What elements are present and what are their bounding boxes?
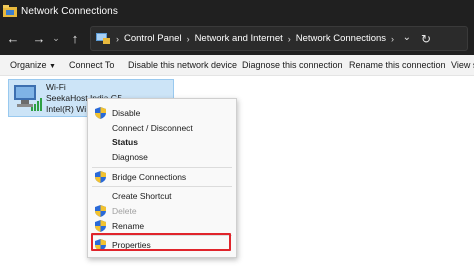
navigation-bar: ← → ⌄ ↑ › Control Panel › Network and In… [0,22,474,55]
menu-item-create-shortcut[interactable]: Create Shortcut [88,189,236,203]
menu-separator [92,186,232,187]
connections-list: Wi-Fi SeekaHost India G5 Intel(R) Wi [0,76,474,272]
menu-item-disable[interactable]: Disable [88,106,236,120]
menu-item-delete[interactable]: Delete [88,204,236,218]
network-connections-window: Network Connections ← → ⌄ ↑ › Control Pa… [0,0,474,272]
address-bar[interactable]: › Control Panel › Network and Internet ›… [90,26,468,51]
adapter-name: Wi-Fi [46,82,66,92]
rename-button[interactable]: Rename this connection [349,60,446,70]
window-title: Network Connections [21,5,118,17]
arrow-right-icon[interactable]: → [28,28,50,50]
refresh-icon[interactable]: ↻ [421,32,431,46]
breadcrumb-separator: › [116,33,119,44]
properties-highlight-box [91,233,231,251]
menu-item-rename[interactable]: Rename [88,219,236,233]
disable-device-button[interactable]: Disable this network device [128,60,237,70]
caret-down-icon: ▼ [49,63,56,70]
uac-shield-icon [95,107,106,119]
view-status-button[interactable]: View s [451,60,474,70]
menu-item-connect-disconnect[interactable]: Connect / Disconnect [88,121,236,135]
command-bar: Organize ▼ Connect To Disable this netwo… [0,55,474,76]
menu-separator [92,167,232,168]
breadcrumb-control-panel[interactable]: Control Panel [124,33,182,44]
uac-shield-icon [95,171,106,183]
chevron-down-icon[interactable]: ⌄ [50,28,62,50]
diagnose-button[interactable]: Diagnose this connection [242,60,343,70]
breadcrumb-separator: › [391,33,395,44]
control-panel-icon [95,32,111,46]
arrow-up-icon[interactable]: ↑ [64,28,86,50]
menu-item-status[interactable]: Status [88,135,236,149]
wifi-adapter-icon [11,83,43,113]
breadcrumb-separator: › [287,33,291,44]
uac-shield-icon [95,205,106,217]
organize-button[interactable]: Organize ▼ [10,60,56,70]
connect-to-button[interactable]: Connect To [69,60,114,70]
network-folder-icon [3,4,17,18]
uac-shield-icon [95,220,106,232]
breadcrumb-separator: › [186,33,190,44]
breadcrumb-network-connections[interactable]: Network Connections [296,33,386,44]
menu-item-diagnose[interactable]: Diagnose [88,150,236,164]
breadcrumb-network-and-internet[interactable]: Network and Internet [195,33,283,44]
adapter-device: Intel(R) Wi [46,104,87,114]
title-bar: Network Connections [0,0,474,22]
menu-item-bridge-connections[interactable]: Bridge Connections [88,170,236,184]
arrow-left-icon[interactable]: ← [2,28,24,50]
address-dropdown-icon[interactable]: ⌄ [403,32,411,43]
